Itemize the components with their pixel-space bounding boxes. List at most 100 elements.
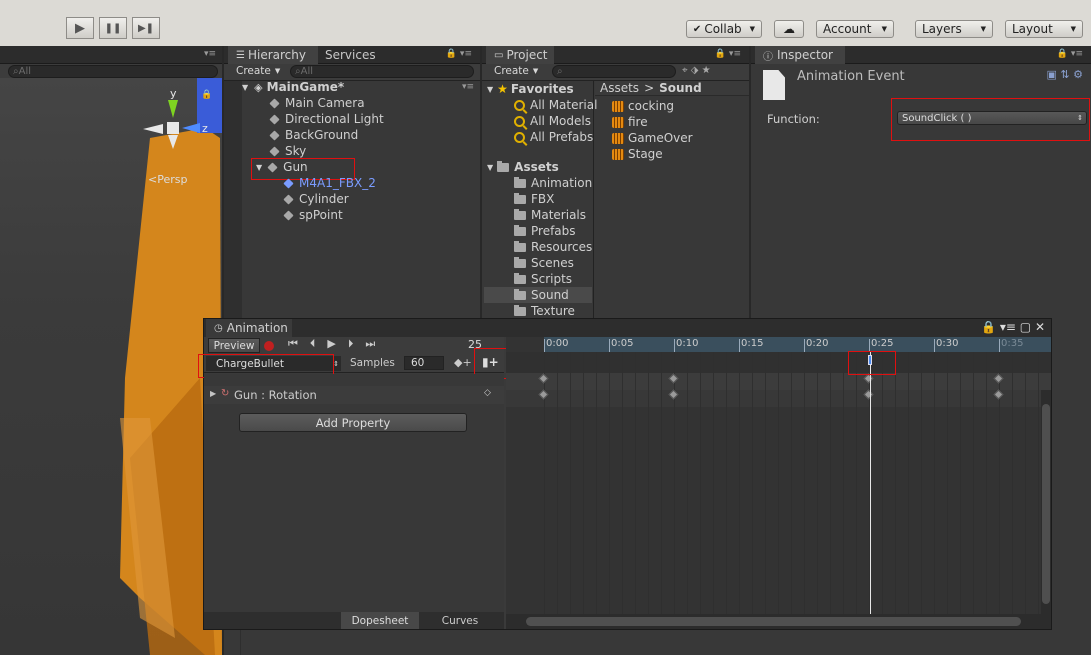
add-keyframe-icon[interactable]: ◆+ xyxy=(454,356,472,369)
scene-root-item[interactable]: ▼ ◈ MainGame* ▾≡ xyxy=(242,79,478,95)
tab-services[interactable]: Services xyxy=(317,46,387,64)
hierarchy-item-sky[interactable]: Sky xyxy=(269,143,306,159)
folder-materials[interactable]: Materials xyxy=(514,207,586,223)
samples-label: Samples xyxy=(350,357,395,369)
tab-inspector[interactable]: ⓘ Inspector xyxy=(755,46,845,64)
dopesheet-area[interactable]: 0:00 0:05 0:10 0:15 0:20 0:25 0:30 0:35 xyxy=(506,337,1051,629)
add-property-button[interactable]: Add Property xyxy=(239,413,467,432)
unity-icon: ◈ xyxy=(254,80,263,94)
record-button[interactable] xyxy=(264,341,274,351)
samples-field[interactable]: 60 xyxy=(404,356,444,370)
hierarchy-item-sppoint[interactable]: spPoint xyxy=(283,207,343,223)
audio-icon xyxy=(612,132,624,144)
layout-dropdown[interactable]: Layout ▼ xyxy=(1005,20,1083,38)
hierarchy-item-directional-light[interactable]: Directional Light xyxy=(269,111,384,127)
sound-file-gameover[interactable]: GameOver xyxy=(612,130,693,146)
tab-project[interactable]: ▭ Project xyxy=(486,46,554,64)
keyframe-diamond-icon[interactable]: ◇ xyxy=(484,388,491,398)
persp-label[interactable]: <Persp xyxy=(148,173,187,186)
step-button[interactable]: ▶❚ xyxy=(132,17,160,39)
lock-menu-icon[interactable]: 🔒 ▾≡ xyxy=(1057,49,1083,59)
keyframe[interactable] xyxy=(863,389,874,400)
triangle-down-icon: ▼ xyxy=(487,162,494,172)
settings-icons[interactable]: ▣ ⇅ ⚙ xyxy=(1047,68,1083,81)
folder-prefabs[interactable]: Prefabs xyxy=(514,223,576,239)
triangle-right-icon: ▶ xyxy=(210,389,217,398)
collab-button[interactable]: ✔ Collab ▼ xyxy=(686,20,762,38)
tab-dopesheet[interactable]: Dopesheet xyxy=(341,612,419,629)
vertical-scrollbar[interactable] xyxy=(1041,390,1051,614)
project-search-input[interactable]: ⌕ xyxy=(552,65,676,78)
fav-all-prefabs[interactable]: All Prefabs xyxy=(514,129,593,145)
lock-icon[interactable]: 🔒 xyxy=(201,90,212,100)
hierarchy-item-background[interactable]: BackGround xyxy=(269,127,358,143)
hierarchy-search-input[interactable]: ⌕ All xyxy=(290,65,474,78)
hierarchy-item-m4a1[interactable]: M4A1_FBX_2 xyxy=(283,175,376,191)
fav-all-models[interactable]: All Models xyxy=(514,113,591,129)
chevron-down-icon: ▼ xyxy=(749,25,756,33)
keyframe[interactable] xyxy=(993,373,1004,384)
folder-icon xyxy=(514,240,526,252)
audio-icon xyxy=(612,148,624,160)
sound-file-fire[interactable]: fire xyxy=(612,114,648,130)
folder-texture[interactable]: Texture xyxy=(514,303,575,319)
keyframe[interactable] xyxy=(668,373,679,384)
playhead[interactable] xyxy=(870,352,871,614)
horizontal-scrollbar[interactable] xyxy=(506,614,1051,629)
create-button[interactable]: Create ▼ xyxy=(236,65,280,77)
assets-header[interactable]: ▼ Assets xyxy=(487,159,559,175)
scene-object xyxy=(120,78,222,655)
chevron-down-icon: ▼ xyxy=(274,67,281,75)
updown-icon: ⇕ xyxy=(333,359,339,368)
list-icon: ☰ xyxy=(236,49,245,61)
folder-icon xyxy=(514,272,526,284)
window-controls[interactable]: 🔒 ▾≡ ▢ ✕ xyxy=(981,320,1045,334)
pause-button[interactable]: ❚❚ xyxy=(99,17,127,39)
gameobject-icon xyxy=(269,145,280,157)
gizmo-z-label: z xyxy=(202,122,208,135)
playback-controls[interactable]: ⏮⏴▶⏵⏭ xyxy=(288,337,387,351)
preview-toggle[interactable]: Preview xyxy=(208,338,260,353)
folder-sound[interactable]: Sound xyxy=(484,287,592,303)
tab-hierarchy[interactable]: ☰ Hierarchy xyxy=(228,46,318,64)
fav-all-material[interactable]: All Material xyxy=(514,97,597,113)
animation-window: ◷ Animation 🔒 ▾≡ ▢ ✕ Preview ⏮⏴▶⏵⏭ 25 Cha… xyxy=(198,318,1052,630)
sound-file-cocking[interactable]: cocking xyxy=(612,98,674,114)
inspector-title: Animation Event xyxy=(797,69,905,84)
chevron-down-icon: ▼ xyxy=(1070,25,1076,33)
cloud-button[interactable]: ☁ xyxy=(774,20,804,38)
folder-icon xyxy=(497,160,510,172)
property-row[interactable]: ▶ ↻ Gun : Rotation ◇ xyxy=(204,386,504,404)
menu-icon[interactable]: ▾≡ xyxy=(462,82,474,92)
account-dropdown[interactable]: Account ▼ xyxy=(816,20,894,38)
menu-icon[interactable]: ▾≡ xyxy=(204,49,216,59)
project-create-button[interactable]: Create ▼ xyxy=(494,65,538,77)
rotation-icon: ↻ xyxy=(221,388,230,399)
hierarchy-item-main-camera[interactable]: Main Camera xyxy=(269,95,365,111)
sound-file-stage[interactable]: Stage xyxy=(612,146,663,162)
tab-animation[interactable]: ◷ Animation xyxy=(206,319,292,337)
folder-fbx[interactable]: FBX xyxy=(514,191,554,207)
keyframe[interactable] xyxy=(863,373,874,384)
folder-animation[interactable]: Animation xyxy=(514,175,592,191)
keyframe[interactable] xyxy=(538,389,549,400)
folder-scripts[interactable]: Scripts xyxy=(514,271,572,287)
layers-dropdown[interactable]: Layers ▼ xyxy=(915,20,993,38)
hierarchy-item-cylinder[interactable]: Cylinder xyxy=(283,191,349,207)
keyframe[interactable] xyxy=(538,373,549,384)
document-icon xyxy=(763,70,785,100)
folder-resources[interactable]: Resources xyxy=(514,239,592,255)
filter-icons[interactable]: ⌖ ⬗ ★ xyxy=(682,65,711,76)
tab-curves[interactable]: Curves xyxy=(421,612,499,629)
play-button[interactable]: ▶ xyxy=(66,17,94,39)
scene-view[interactable]: ▾≡ ⌕ All y z <Persp 🔒 xyxy=(0,46,222,655)
lock-menu-icon[interactable]: 🔒 ▾≡ xyxy=(715,49,741,59)
keyframe[interactable] xyxy=(668,389,679,400)
lock-menu-icon[interactable]: 🔒 ▾≡ xyxy=(446,49,472,59)
main-toolbar: ▶ ❚❚ ▶❚ ✔ Collab ▼ ☁ Account ▼ Layers ▼ Layo… xyxy=(0,0,1091,46)
scene-tabbar: ▾≡ xyxy=(0,46,222,64)
keyframe[interactable] xyxy=(993,389,1004,400)
favorites-header[interactable]: ▼ ★ Favorites xyxy=(487,81,574,97)
folder-scenes[interactable]: Scenes xyxy=(514,255,574,271)
scene-search-input[interactable]: ⌕ All xyxy=(8,65,218,78)
